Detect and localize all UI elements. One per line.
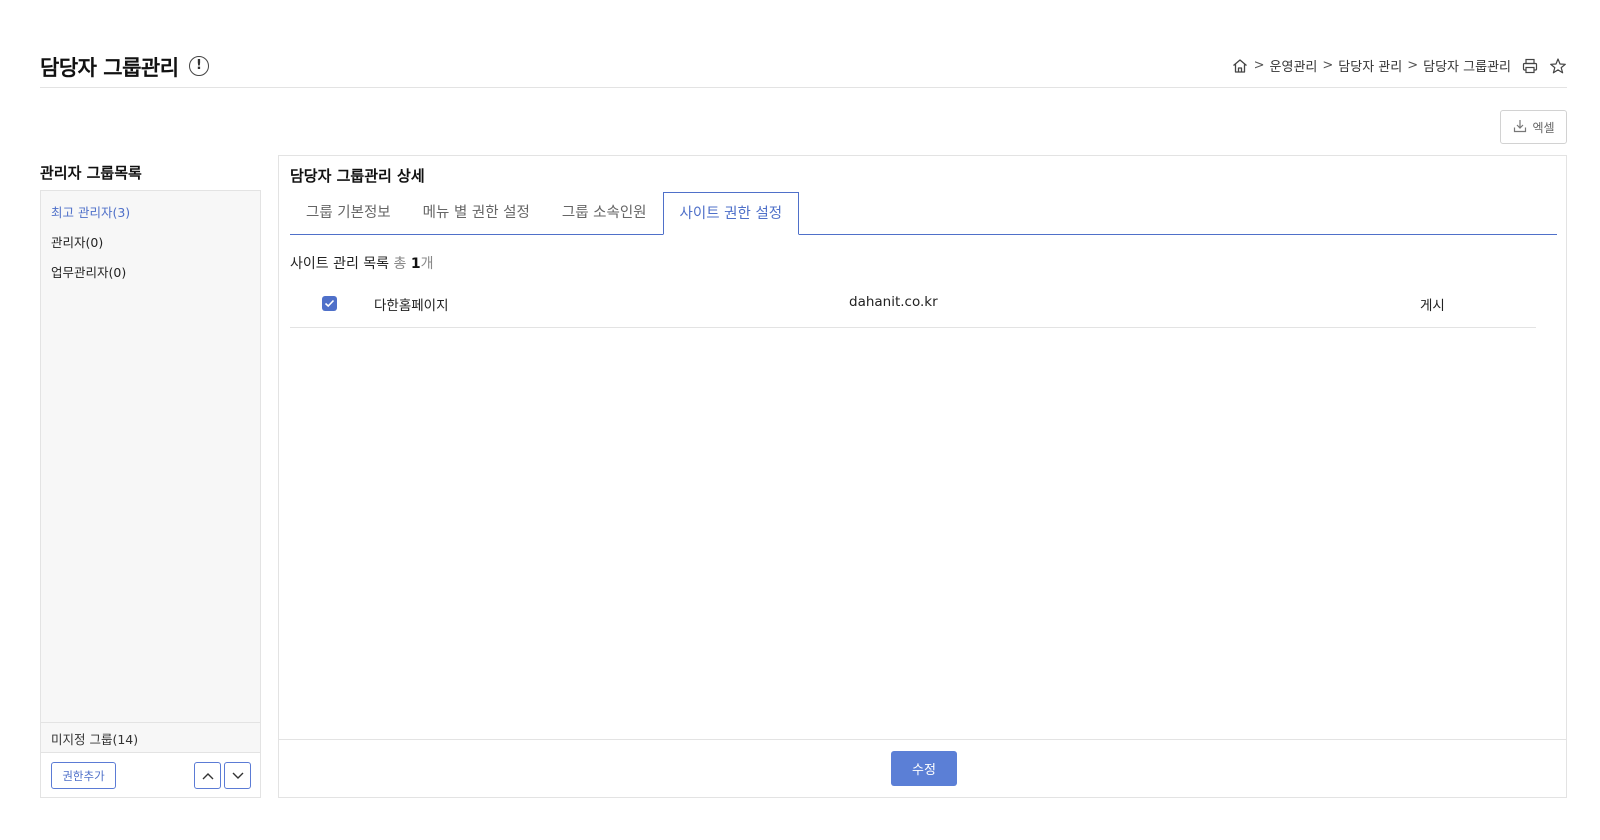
group-item-admin[interactable]: 관리자(0) xyxy=(41,233,260,263)
detail-tabs: 그룹 기본정보 메뉴 별 권한 설정 그룹 소속인원 사이트 권한 설정 xyxy=(290,192,1557,235)
breadcrumb: > 운영관리 > 담당자 관리 > 담당자 그룹관리 xyxy=(1231,56,1567,75)
table-row: 다한홈페이지 dahanit.co.kr 게시 xyxy=(290,278,1536,328)
breadcrumb-separator: > xyxy=(1322,58,1334,73)
group-item-work-admin[interactable]: 업무관리자(0) xyxy=(41,263,260,293)
site-status: 게시 xyxy=(1420,298,1445,314)
tab-basic-info[interactable]: 그룹 기본정보 xyxy=(290,192,407,235)
chevron-up-icon xyxy=(202,768,214,783)
detail-title: 담당자 그룹관리 상세 xyxy=(290,167,425,185)
tab-group-members[interactable]: 그룹 소속인원 xyxy=(546,192,663,235)
page-title: 담당자 그룹관리 xyxy=(40,56,179,80)
excel-button-label: 엑셀 xyxy=(1532,120,1555,135)
group-list-title: 관리자 그룹목록 xyxy=(40,164,142,182)
group-list: 최고 관리자(3) 관리자(0) 업무관리자(0) xyxy=(41,191,260,293)
save-button[interactable]: 수정 xyxy=(891,751,957,786)
tab-menu-permissions[interactable]: 메뉴 별 권한 설정 xyxy=(407,192,546,235)
breadcrumb-item-manager[interactable]: 담당자 관리 xyxy=(1338,56,1402,75)
detail-footer: 수정 xyxy=(279,739,1566,797)
summary-count: 1 xyxy=(410,256,421,272)
chevron-down-icon xyxy=(232,768,244,783)
group-list-panel: 최고 관리자(3) 관리자(0) 업무관리자(0) 미지정 그룹(14) 권한추… xyxy=(40,190,261,798)
move-up-button[interactable] xyxy=(194,762,221,789)
tab-site-permissions[interactable]: 사이트 권한 설정 xyxy=(662,192,800,235)
breadcrumb-item-current: 담당자 그룹관리 xyxy=(1423,60,1511,75)
group-detail-panel: 담당자 그룹관리 상세 그룹 기본정보 메뉴 별 권한 설정 그룹 소속인원 사… xyxy=(278,155,1567,798)
move-down-button[interactable] xyxy=(224,762,251,789)
excel-download-button[interactable]: 엑셀 xyxy=(1500,110,1567,144)
site-name: 다한홈페이지 xyxy=(374,298,449,314)
group-item-super-admin[interactable]: 최고 관리자(3) xyxy=(41,203,260,233)
breadcrumb-separator: > xyxy=(1407,58,1419,73)
summary-label: 사이트 관리 목록 xyxy=(290,256,390,272)
unassigned-group-item[interactable]: 미지정 그룹(14) xyxy=(41,722,260,752)
summary-total-label: 총 xyxy=(393,256,407,272)
summary-unit: 개 xyxy=(420,256,434,272)
site-domain: dahanit.co.kr xyxy=(849,294,938,310)
site-checkbox[interactable] xyxy=(322,296,337,311)
exclamation-circle-icon[interactable]: ! xyxy=(189,56,209,76)
site-list-summary: 사이트 관리 목록 총 1개 xyxy=(290,253,434,273)
breadcrumb-separator: > xyxy=(1253,58,1265,73)
page-header: 담당자 그룹관리 ! > 운영관리 > 담당자 관리 > 담당자 그룹관리 xyxy=(40,48,1567,88)
download-icon xyxy=(1512,118,1528,137)
breadcrumb-item-operations[interactable]: 운영관리 xyxy=(1270,56,1318,75)
add-permission-button[interactable]: 권한추가 xyxy=(51,762,116,789)
group-list-footer: 권한추가 xyxy=(41,752,260,797)
home-icon[interactable] xyxy=(1231,57,1249,75)
printer-icon[interactable] xyxy=(1521,57,1539,75)
star-icon[interactable] xyxy=(1549,57,1567,75)
